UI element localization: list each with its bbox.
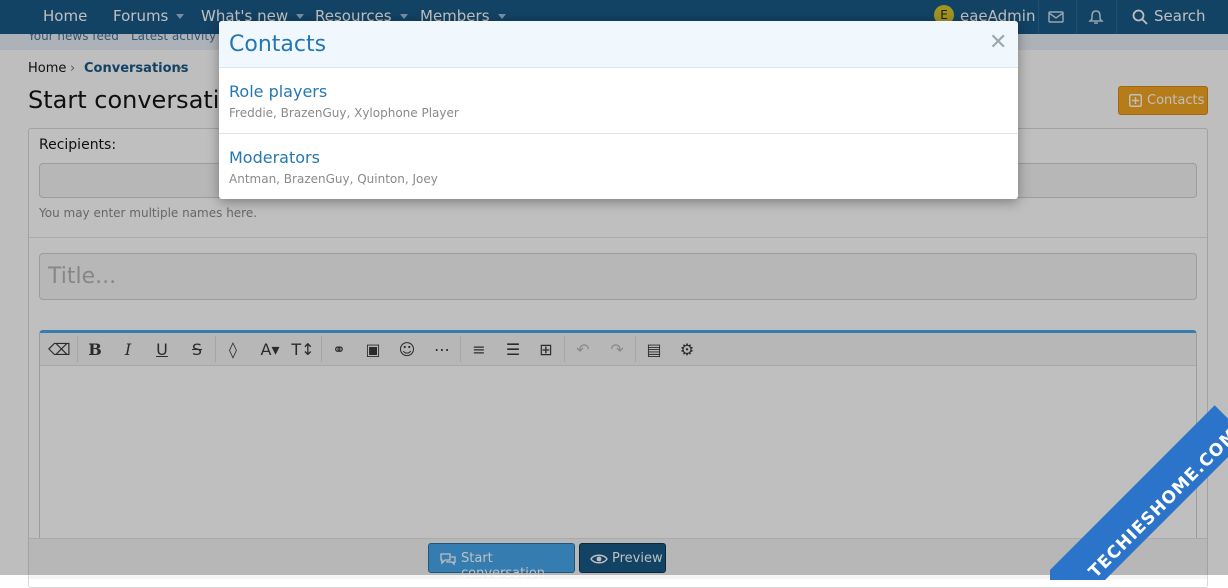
contact-group-name[interactable]: Moderators bbox=[229, 148, 320, 167]
contact-group-item[interactable]: Role players Freddie, BrazenGuy, Xylopho… bbox=[219, 68, 1018, 134]
modal-header: Contacts ✕ bbox=[219, 21, 1018, 68]
contact-group-name[interactable]: Role players bbox=[229, 82, 327, 101]
contact-group-item[interactable]: Moderators Antman, BrazenGuy, Quinton, J… bbox=[219, 134, 1018, 199]
close-icon[interactable]: ✕ bbox=[989, 32, 1007, 54]
modal-title: Contacts bbox=[229, 32, 327, 57]
contacts-modal: Contacts ✕ Role players Freddie, BrazenG… bbox=[219, 21, 1018, 199]
watermark-band bbox=[1050, 405, 1228, 580]
contact-group-members: Antman, BrazenGuy, Quinton, Joey bbox=[229, 172, 438, 186]
contact-group-members: Freddie, BrazenGuy, Xylophone Player bbox=[229, 106, 459, 120]
watermark-text: TECHIESHOME.COM bbox=[1085, 424, 1228, 580]
watermark: TECHIESHOME.COM bbox=[1050, 400, 1228, 580]
